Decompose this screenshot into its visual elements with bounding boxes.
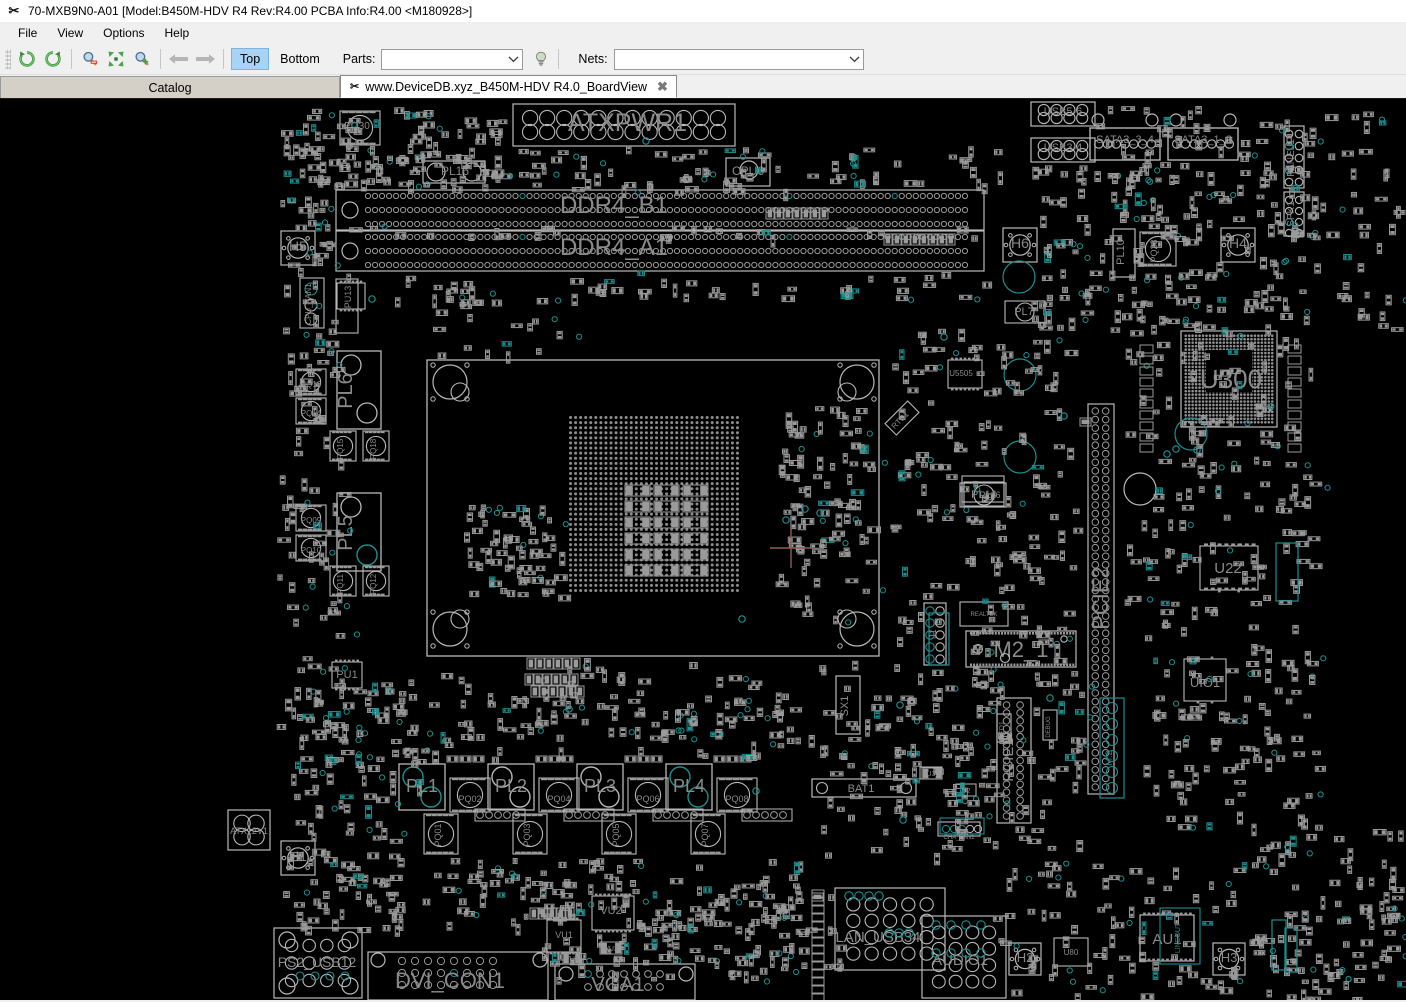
scissors-icon: ✂ (8, 3, 20, 18)
svg-text:PL7: PL7 (1014, 306, 1034, 318)
toolbar-separator-4 (558, 49, 560, 69)
svg-text:PQ06: PQ06 (636, 794, 659, 804)
tab-catalog[interactable]: Catalog (0, 76, 340, 98)
svg-text:PQ09: PQ09 (301, 516, 322, 525)
svg-text:PQ08: PQ08 (725, 794, 748, 804)
svg-text:U80: U80 (1064, 948, 1079, 957)
svg-text:PL4: PL4 (673, 776, 705, 796)
boardview-graphics[interactable]: DDR4_B1DDR4_A1ATXPWR1U300PCIE2PCIE1M2_1U… (0, 99, 1406, 1000)
svg-text:U5505: U5505 (949, 369, 973, 378)
tab-catalog-label: Catalog (148, 80, 192, 95)
menubar: File View Options Help (0, 22, 1406, 44)
side-toggle-top[interactable]: Top (231, 48, 270, 70)
nets-label: Nets: (578, 52, 608, 66)
highlight-lightbulb-icon[interactable] (529, 47, 553, 71)
toolbar: Top Bottom Parts: Nets: (0, 44, 1406, 75)
svg-text:DVI_CON1: DVI_CON1 (395, 968, 505, 993)
parts-combobox[interactable] (381, 48, 524, 70)
boardview-canvas[interactable]: DDR4_B1 DDR4_A1 ATXPWR1 U300 PCIE2 PCIE1 M2_1 U… (0, 99, 1406, 1000)
svg-text:PQ01: PQ01 (433, 823, 443, 846)
svg-text:PQ14: PQ14 (301, 409, 322, 418)
tab-boardview-document[interactable]: ✂ www.DeviceDB.xyz_B450M-HDV R4.0_BoardV… (340, 75, 677, 98)
chevron-down-icon[interactable] (846, 50, 863, 69)
svg-text:USB3-4: USB3-4 (1044, 142, 1083, 154)
svg-text:H6: H6 (1011, 235, 1029, 251)
svg-text:PU1: PU1 (336, 669, 357, 681)
nav-forward-icon[interactable] (193, 47, 217, 71)
scissors-icon: ✂ (350, 81, 360, 93)
svg-text:PQ11: PQ11 (336, 574, 345, 594)
menu-view[interactable]: View (47, 23, 93, 43)
svg-text:PQ04: PQ04 (547, 794, 570, 804)
svg-text:DDR4_B1: DDR4_B1 (560, 192, 668, 219)
svg-text:ATXPWR1: ATXPWR1 (568, 109, 687, 137)
side-toggle-bottom[interactable]: Bottom (271, 48, 329, 70)
svg-text:H3: H3 (1221, 950, 1238, 965)
svg-text:PQ02: PQ02 (458, 794, 481, 804)
svg-text:PU13: PU13 (343, 286, 353, 309)
nets-combobox[interactable] (613, 48, 864, 70)
svg-text:PL2: PL2 (495, 776, 527, 796)
svg-text:M2_1: M2_1 (993, 637, 1048, 662)
toolbar-separator-1 (71, 49, 72, 69)
svg-text:DEBUG: DEBUG (1046, 716, 1052, 738)
parts-label: Parts: (342, 52, 376, 66)
zoom-in-icon[interactable] (130, 47, 154, 71)
svg-text:PL6: PL6 (335, 373, 357, 409)
window-title: 70-MXB9N0-A01 [Model:B450M-HDV R4 Rev:R4… (28, 3, 473, 18)
rotate-ccw-icon[interactable] (15, 47, 39, 71)
toolbar-grip[interactable] (5, 49, 11, 69)
svg-text:PQ03: PQ03 (522, 823, 532, 846)
svg-text:PQ07: PQ07 (700, 823, 710, 846)
svg-text:UIO1: UIO1 (1190, 675, 1220, 690)
svg-text:PL3: PL3 (584, 776, 616, 796)
zoom-fit-icon[interactable] (104, 47, 128, 71)
menu-file[interactable]: File (8, 23, 47, 43)
zoom-out-icon[interactable] (78, 47, 102, 71)
svg-text:BAT1: BAT1 (848, 783, 875, 795)
toolbar-separator-2 (160, 49, 161, 69)
svg-text:DDR4_A1: DDR4_A1 (560, 234, 668, 261)
svg-text:ATX12V1: ATX12V1 (230, 826, 268, 836)
svg-text:PS2_USB12: PS2_USB12 (278, 954, 357, 970)
svg-text:PL10: PL10 (1115, 239, 1127, 265)
menu-options[interactable]: Options (93, 23, 154, 43)
nav-back-icon[interactable] (167, 47, 191, 71)
chevron-down-icon[interactable] (505, 50, 522, 69)
svg-text:SATA3_1_2: SATA3_1_2 (1174, 134, 1232, 146)
svg-text:PL1: PL1 (406, 776, 438, 796)
menu-help[interactable]: Help (155, 23, 200, 43)
close-icon[interactable]: ✖ (657, 80, 668, 93)
rotate-cw-icon[interactable] (41, 47, 65, 71)
tab-document-label: www.DeviceDB.xyz_B450M-HDV R4.0_BoardVie… (365, 79, 648, 94)
svg-text:U22: U22 (1214, 560, 1242, 577)
window-titlebar: ✂ 70-MXB9N0-A01 [Model:B450M-HDV R4 Rev:… (0, 0, 1406, 22)
toolbar-separator-3 (223, 49, 224, 69)
svg-text:USB5-6: USB5-6 (1044, 106, 1083, 118)
svg-text:PQ05: PQ05 (611, 823, 621, 846)
svg-text:PCIE2: PCIE2 (1088, 566, 1113, 630)
svg-text:PCIE1: PCIE1 (1000, 738, 1017, 781)
svg-text:PQ12: PQ12 (369, 573, 378, 594)
svg-text:PQ18: PQ18 (369, 438, 378, 459)
svg-text:PQ15: PQ15 (336, 438, 345, 459)
tabstrip: Catalog ✂ www.DeviceDB.xyz_B450M-HDV R4.… (0, 75, 1406, 99)
